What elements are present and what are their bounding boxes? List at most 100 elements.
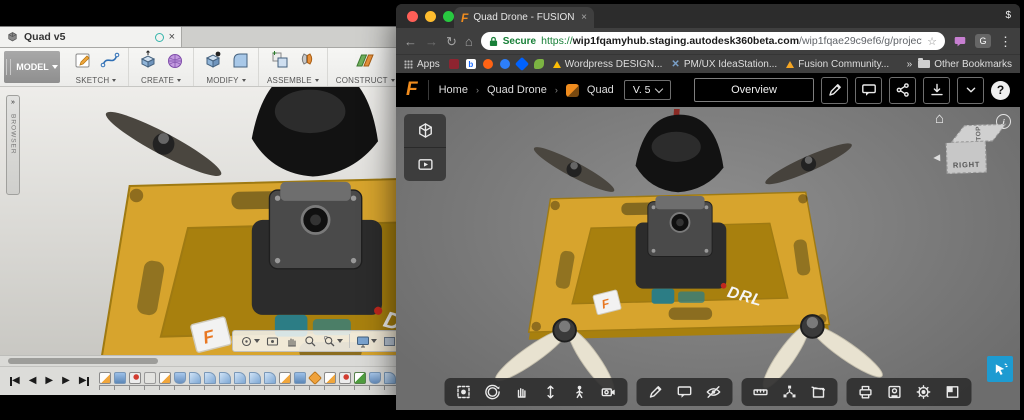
print-icon[interactable] <box>858 384 874 400</box>
screenshot-icon[interactable] <box>887 384 903 400</box>
workspace-selector[interactable]: MODEL <box>4 51 60 83</box>
step-forward-button[interactable]: ▶ <box>62 376 70 386</box>
press-pull-icon[interactable] <box>202 50 224 70</box>
breadcrumb-home[interactable]: Home <box>439 84 468 96</box>
timeline-feature-extrude[interactable] <box>293 372 306 384</box>
form-icon[interactable] <box>165 50 185 70</box>
browser-panel-collapsed[interactable]: » BROWSER <box>6 95 20 195</box>
timeline-feature-sketch[interactable] <box>158 372 171 384</box>
share-button[interactable] <box>889 76 916 104</box>
fit-tool[interactable] <box>323 335 343 348</box>
timeline-feature-sketch[interactable] <box>278 372 291 384</box>
comment-icon[interactable] <box>677 384 693 400</box>
timeline-scrollbar[interactable] <box>8 358 158 364</box>
home-button[interactable]: ⌂ <box>465 35 473 48</box>
comment-button[interactable] <box>855 76 882 104</box>
viewcube-front-face[interactable]: RIGHT <box>945 141 987 174</box>
timeline-feature-fillet[interactable] <box>218 372 231 384</box>
browser-tab[interactable]: F Quad Drone - FUSION × <box>454 7 594 28</box>
measure-icon[interactable] <box>753 384 769 400</box>
timeline-feature-sketch[interactable] <box>323 372 336 384</box>
close-window-button[interactable] <box>407 11 418 22</box>
construct-menu[interactable]: CONSTRUCT <box>336 76 395 85</box>
other-bookmarks[interactable]: Other Bookmarks <box>918 58 1012 70</box>
go-to-end-button[interactable]: ▶ <box>79 376 89 386</box>
bookmark-favicon[interactable] <box>499 59 510 69</box>
display-settings[interactable] <box>356 335 377 348</box>
first-person-icon[interactable] <box>572 384 588 400</box>
timeline-feature-revolve[interactable] <box>173 372 186 384</box>
modify-menu[interactable]: MODIFY <box>206 76 246 85</box>
extension-chat-icon[interactable] <box>953 35 967 48</box>
settings-gear-icon[interactable] <box>916 384 932 400</box>
bookmark-wordpress[interactable]: Wordpress DESIGN... <box>552 59 662 70</box>
timeline-feature-fillet[interactable] <box>188 372 201 384</box>
bookmark-favicon[interactable] <box>533 59 544 69</box>
bookmark-fusion-community[interactable]: Fusion Community... <box>786 59 889 70</box>
explode-icon[interactable] <box>782 384 798 400</box>
joint-icon[interactable] <box>297 50 317 70</box>
breadcrumb-project[interactable]: Quad Drone <box>487 84 547 96</box>
bookmark-favicon[interactable] <box>514 56 529 72</box>
extrude-icon[interactable] <box>137 50 159 70</box>
address-bar[interactable]: Secure https://wip1fqamyhub.staging.auto… <box>480 32 945 50</box>
timeline-feature-fillet[interactable] <box>233 372 246 384</box>
create-menu[interactable]: CREATE <box>141 76 182 85</box>
timeline-feature-align[interactable] <box>353 372 366 384</box>
minimize-window-button[interactable] <box>425 11 436 22</box>
reload-button[interactable]: ↻ <box>446 35 457 48</box>
construct-plane-icon[interactable] <box>352 50 378 70</box>
feedback-button[interactable] <box>987 356 1013 382</box>
fit-view-icon[interactable] <box>456 384 472 400</box>
step-back-button[interactable]: ◀ <box>29 376 37 386</box>
drone-model-web[interactable] <box>432 109 962 415</box>
zoom-icon[interactable] <box>543 384 559 400</box>
timeline-feature-pin[interactable] <box>128 372 141 384</box>
timeline-feature-extrude[interactable] <box>113 372 126 384</box>
back-button[interactable]: ← <box>404 35 417 48</box>
download-button[interactable] <box>923 76 950 104</box>
animations-button[interactable] <box>404 147 446 181</box>
viewcube-rotate-icon[interactable]: ◀ <box>933 152 940 163</box>
viewcube[interactable]: TOP RIGHT ◀ <box>933 123 1007 174</box>
assemble-menu[interactable]: ASSEMBLE <box>267 76 319 85</box>
fusion-logo[interactable]: F <box>406 79 418 101</box>
web-viewer[interactable]: ⌂ i TOP RIGHT ◀ <box>396 107 1020 415</box>
timeline-feature-fillet[interactable] <box>263 372 276 384</box>
timeline-feature-construct[interactable] <box>307 371 322 385</box>
overview-button[interactable]: Overview <box>694 78 814 102</box>
timeline-feature-fillet[interactable] <box>248 372 261 384</box>
sketch-menu[interactable]: SKETCH <box>76 76 117 85</box>
play-button[interactable]: ▶ <box>45 376 53 386</box>
timeline-feature-body[interactable] <box>143 372 156 384</box>
new-component-icon[interactable] <box>269 50 291 70</box>
timeline-feature-pin[interactable] <box>338 372 351 384</box>
forward-button[interactable]: → <box>425 35 438 48</box>
more-actions-button[interactable] <box>957 76 984 104</box>
go-to-start-button[interactable]: ◀ <box>10 376 20 386</box>
model-browser-button[interactable] <box>404 114 446 147</box>
close-document-icon[interactable]: × <box>169 31 175 43</box>
pan-tool[interactable] <box>285 335 298 348</box>
section-analysis-icon[interactable] <box>811 384 827 400</box>
orbit-tool[interactable] <box>240 335 260 348</box>
zoom-window-button[interactable] <box>443 11 454 22</box>
close-tab-icon[interactable]: × <box>581 12 587 23</box>
document-tab[interactable]: Quad v5 × <box>0 27 182 47</box>
timeline-feature-fillet[interactable] <box>383 372 396 384</box>
timeline-feature-sketch[interactable] <box>98 372 111 384</box>
help-button[interactable]: ? <box>991 80 1010 100</box>
fullscreen-icon[interactable] <box>945 384 961 400</box>
camera-icon[interactable] <box>601 384 617 400</box>
bookmark-star-icon[interactable]: ☆ <box>927 35 937 48</box>
fillet-icon[interactable] <box>230 50 250 70</box>
pan-icon[interactable] <box>514 384 530 400</box>
viewcube-top-face[interactable]: TOP <box>950 123 1007 143</box>
timeline-feature-revolve[interactable] <box>368 372 381 384</box>
orbit-icon[interactable] <box>485 384 501 400</box>
bookmark-pmux[interactable]: ✕ PM/UX IdeaStation... <box>671 59 777 70</box>
timeline-feature-fillet[interactable] <box>203 372 216 384</box>
version-selector[interactable]: V. 5 <box>623 80 671 100</box>
extension-g-icon[interactable]: G <box>975 34 991 48</box>
spline-icon[interactable] <box>100 50 120 70</box>
